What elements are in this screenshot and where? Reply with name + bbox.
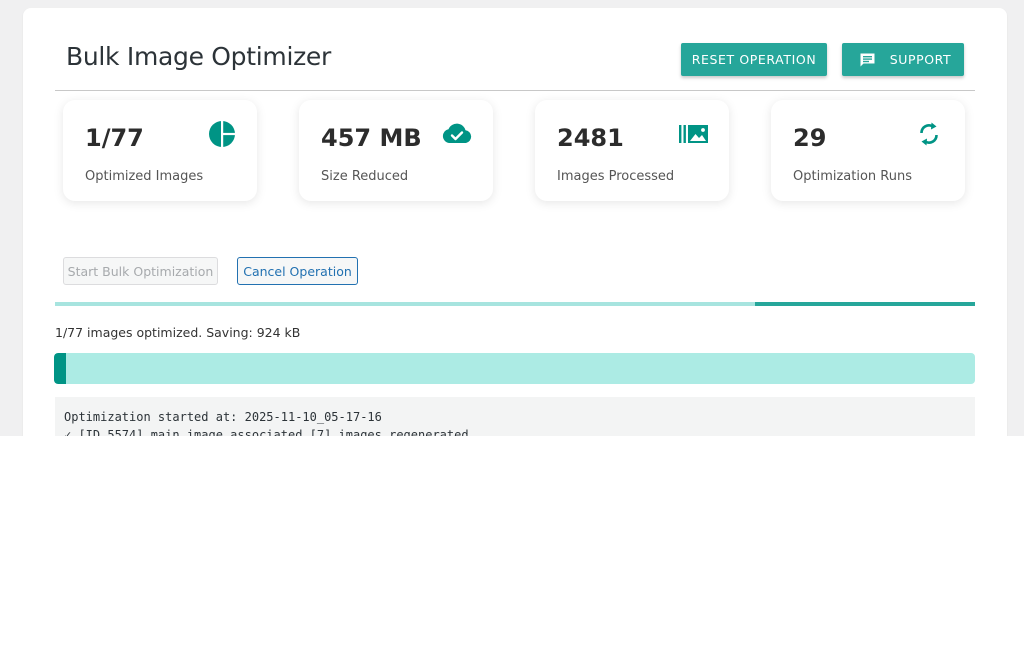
- step-indicator: [55, 302, 975, 306]
- viewport: Bulk Image Optimizer RESET OPERATION SUP…: [0, 0, 1024, 436]
- stat-value: 29: [793, 124, 827, 152]
- reset-operation-label: RESET OPERATION: [691, 52, 817, 67]
- stat-value: 2481: [557, 124, 624, 152]
- log-line: ✓ [ID 5574] main image associated [7] im…: [64, 428, 469, 436]
- stat-value: 457 MB: [321, 124, 422, 152]
- progress-bar: [54, 353, 975, 384]
- image-library-icon: [679, 124, 709, 144]
- page-title: Bulk Image Optimizer: [66, 42, 331, 71]
- stat-card-optimization-runs: 29 Optimization Runs: [771, 100, 965, 201]
- support-button[interactable]: SUPPORT: [842, 43, 964, 76]
- stat-card-images-processed: 2481 Images Processed: [535, 100, 729, 201]
- optimization-status: 1/77 images optimized. Saving: 924 kB: [55, 325, 301, 340]
- title-divider: [55, 90, 975, 91]
- stat-label: Images Processed: [557, 169, 675, 184]
- stat-value: 1/77: [85, 124, 144, 152]
- optimization-log: Optimization started at: 2025-11-10_05-1…: [55, 397, 975, 436]
- stat-label: Optimized Images: [85, 169, 204, 184]
- step-indicator-fill: [755, 302, 975, 306]
- cancel-operation-button[interactable]: Cancel Operation: [237, 257, 358, 285]
- stat-label: Size Reduced: [321, 169, 409, 184]
- stat-label: Optimization Runs: [793, 169, 912, 184]
- chat-icon: [859, 52, 876, 68]
- start-bulk-optimization-button[interactable]: Start Bulk Optimization: [63, 257, 218, 285]
- reset-operation-button[interactable]: RESET OPERATION: [681, 43, 827, 76]
- support-label: SUPPORT: [889, 52, 952, 67]
- sync-icon: [917, 121, 941, 147]
- blank-area: [0, 436, 1024, 661]
- progress-bar-fill: [54, 353, 66, 384]
- stat-card-size-reduced: 457 MB Size Reduced: [299, 100, 493, 201]
- cloud-check-icon: [441, 122, 473, 144]
- pie-chart-icon: [208, 120, 236, 148]
- log-line: Optimization started at: 2025-11-10_05-1…: [64, 410, 382, 424]
- stat-card-optimized-images: 1/77 Optimized Images: [63, 100, 257, 201]
